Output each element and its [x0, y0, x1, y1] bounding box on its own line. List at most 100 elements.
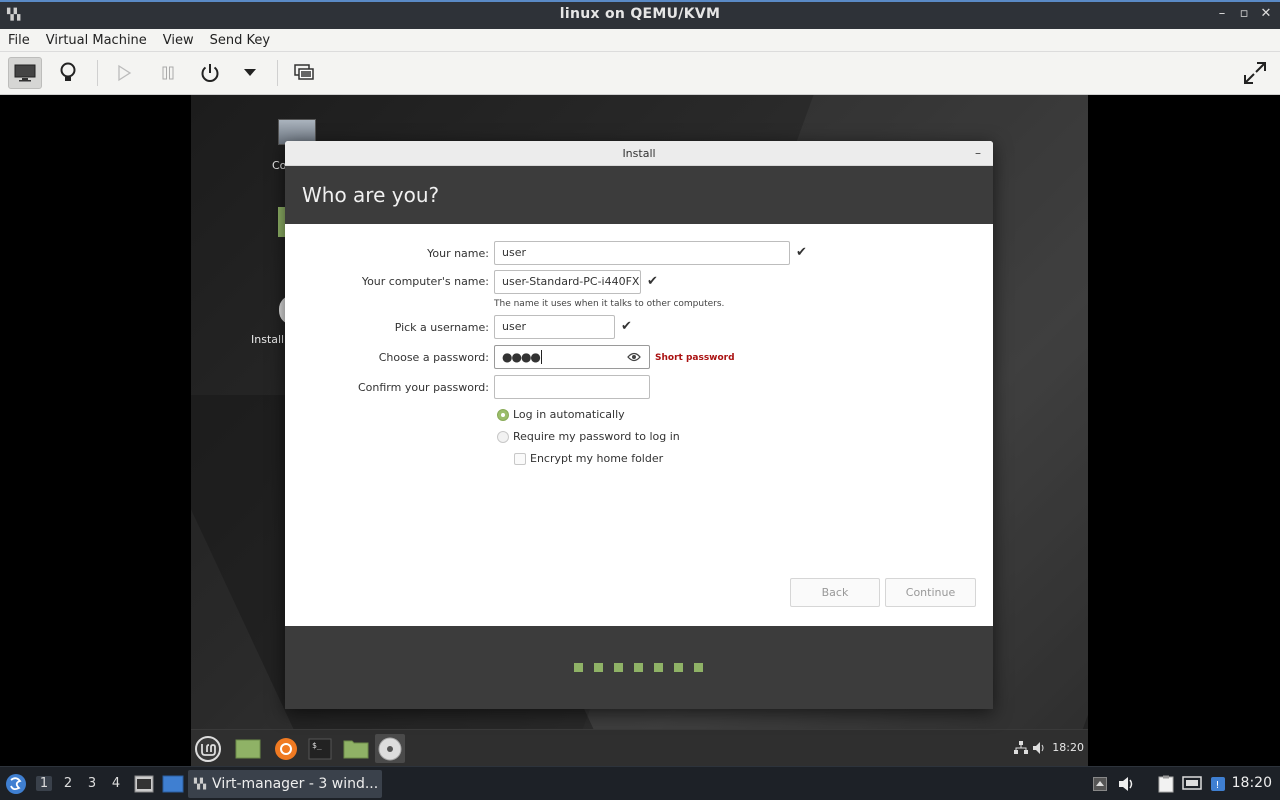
require-password-radio[interactable]: Require my password to log in	[497, 430, 680, 443]
encrypt-home-checkbox[interactable]: Encrypt my home folder	[514, 452, 663, 465]
workspace-1[interactable]: 1	[36, 776, 52, 791]
log-in-automatically-label: Log in automatically	[513, 408, 625, 421]
terminal-quick-launch[interactable]	[134, 775, 154, 797]
computer-name-label: Your computer's name:	[361, 275, 489, 288]
pause-button[interactable]	[151, 57, 185, 89]
progress-step-dot	[694, 663, 703, 672]
tray-network[interactable]	[1182, 774, 1202, 794]
virt-manager-icon: ▚▚	[194, 778, 207, 790]
menu-file[interactable]: File	[0, 33, 38, 48]
fullscreen-button[interactable]	[1238, 57, 1272, 89]
workspace-4[interactable]: 4	[108, 776, 124, 791]
host-taskbar: 1 2 3 4 ▚▚ Virt-manager - 3 wind... ! 18…	[0, 766, 1280, 800]
installer-window-title: Install	[622, 147, 656, 160]
terminal-icon	[134, 775, 154, 793]
installer-minimize-button[interactable]: –	[975, 141, 981, 166]
network-icon	[1182, 776, 1202, 790]
run-button[interactable]	[107, 57, 141, 89]
username-label: Pick a username:	[394, 321, 489, 334]
firefox-launcher[interactable]	[271, 734, 301, 763]
mint-menu-button[interactable]	[193, 734, 223, 763]
folder-icon	[343, 740, 369, 758]
terminal-icon: $_	[308, 738, 332, 759]
disc-icon	[378, 737, 402, 760]
shutdown-button[interactable]	[193, 57, 227, 89]
checkbox-box	[514, 452, 526, 465]
installer-body: Your name: user ✔ Your computer's name: …	[285, 224, 993, 626]
username-input[interactable]: user	[494, 315, 615, 339]
progress-step-dot	[634, 663, 643, 672]
encrypt-home-label: Encrypt my home folder	[530, 452, 664, 465]
password-label: Choose a password:	[378, 351, 489, 364]
svg-text:$_: $_	[312, 741, 322, 750]
radio-unselected-indicator	[497, 430, 509, 443]
files-launcher[interactable]	[341, 734, 371, 763]
show-password-eye-icon[interactable]	[627, 351, 641, 363]
firefox-icon	[275, 737, 297, 760]
window-title: linux on QEMU/KVM	[559, 6, 721, 22]
guest-panel: $_ 18:20	[191, 729, 1088, 766]
radio-selected-indicator	[497, 408, 509, 421]
computer-name-hint: The name it uses when it talks to other …	[494, 299, 725, 309]
toolbar-separator	[97, 60, 98, 86]
toolbar	[0, 52, 1280, 95]
close-window-button[interactable]: ✕	[1260, 6, 1272, 21]
tray-volume[interactable]	[1117, 774, 1137, 794]
menu-view[interactable]: View	[155, 33, 202, 48]
short-password-warning: Short password	[655, 353, 735, 363]
host-clock[interactable]: 18:20	[1232, 775, 1272, 791]
continue-button[interactable]: Continue	[885, 578, 976, 607]
toolbar-separator	[277, 60, 278, 86]
confirm-password-label: Confirm your password:	[357, 381, 489, 394]
show-desktop-button[interactable]	[233, 734, 263, 763]
mint-logo-icon	[195, 735, 221, 762]
window-controls: – ▫ ✕	[1216, 6, 1272, 21]
pause-icon	[162, 66, 174, 80]
chevron-down-icon	[244, 69, 256, 76]
computer-name-input[interactable]: user-Standard-PC-i440FX	[494, 270, 641, 294]
desktop-icon	[162, 775, 184, 793]
menu-virtual-machine[interactable]: Virtual Machine	[38, 33, 155, 48]
volume-icon	[1119, 777, 1133, 791]
tray-clipboard[interactable]	[1156, 774, 1176, 794]
workspace-3[interactable]: 3	[84, 776, 100, 791]
update-notification-icon: !	[1211, 777, 1225, 791]
show-desktop-quick-launch[interactable]	[162, 775, 184, 797]
progress-step-dot	[614, 663, 623, 672]
monitor-icon	[14, 64, 36, 82]
maximize-window-button[interactable]: ▫	[1238, 6, 1250, 21]
guest-clock[interactable]: 18:20	[1052, 741, 1084, 754]
play-icon	[118, 64, 132, 82]
back-button[interactable]: Back	[790, 578, 880, 607]
volume-icon[interactable]	[1032, 740, 1046, 759]
installer-dialog: Install – Who are you? Your name: user ✔…	[285, 141, 993, 709]
installer-task-button[interactable]	[375, 734, 405, 763]
progress-step-dot	[674, 663, 683, 672]
taskbar-task-virt-manager[interactable]: ▚▚ Virt-manager - 3 wind...	[188, 770, 382, 798]
log-in-automatically-radio[interactable]: Log in automatically	[497, 408, 625, 421]
network-icon[interactable]	[1014, 740, 1028, 759]
details-view-button[interactable]	[51, 57, 85, 89]
installer-progress-footer	[285, 626, 993, 709]
password-masked-value: ●●●●	[502, 350, 541, 364]
clipboard-icon	[1158, 775, 1174, 793]
start-menu-button[interactable]	[5, 773, 27, 799]
tray-updates[interactable]: !	[1208, 774, 1228, 794]
snapshots-icon	[294, 64, 314, 80]
console-view-button[interactable]	[8, 57, 42, 89]
progress-step-dot	[654, 663, 663, 672]
workspace-2[interactable]: 2	[60, 776, 76, 791]
tray-scroll-up[interactable]	[1090, 774, 1110, 794]
terminal-launcher[interactable]: $_	[305, 734, 335, 763]
minimize-window-button[interactable]: –	[1216, 6, 1228, 21]
computer-name-valid-check-icon: ✔	[647, 274, 658, 289]
menu-send-key[interactable]: Send Key	[202, 33, 278, 48]
progress-step-dot	[594, 663, 603, 672]
your-name-input[interactable]: user	[494, 241, 790, 265]
username-valid-check-icon: ✔	[621, 319, 632, 334]
svg-text:!: !	[1216, 780, 1220, 791]
shutdown-menu-button[interactable]	[233, 57, 267, 89]
confirm-password-input[interactable]	[494, 375, 650, 399]
lightbulb-icon	[60, 62, 76, 81]
snapshots-button[interactable]	[287, 57, 321, 89]
